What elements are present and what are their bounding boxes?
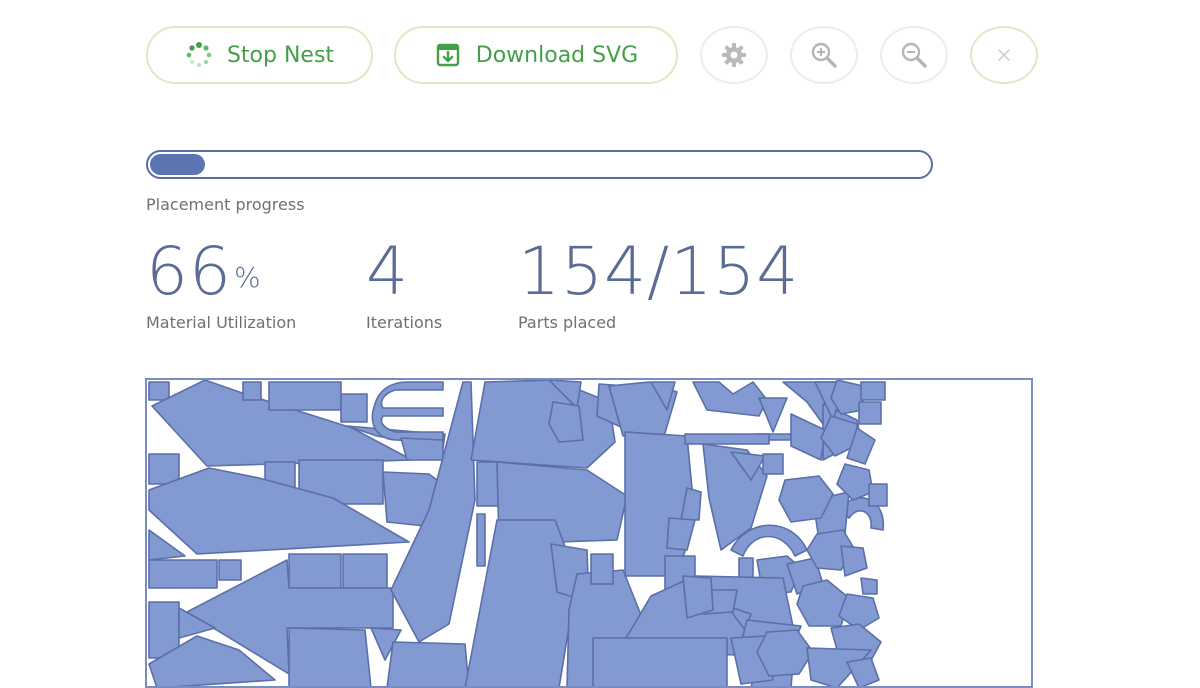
part (218, 559, 242, 581)
utilization-label: Material Utilization (146, 313, 297, 332)
part (386, 641, 470, 686)
settings-button[interactable] (700, 26, 768, 84)
part (148, 381, 170, 401)
zoom-in-button[interactable] (790, 26, 858, 84)
part (860, 577, 878, 595)
parts-placed-label: Parts placed (518, 313, 617, 332)
part (148, 453, 180, 485)
zoom-out-button[interactable] (880, 26, 948, 84)
zoom-out-icon (900, 41, 928, 69)
part (860, 381, 886, 401)
part (242, 381, 262, 401)
part (846, 657, 880, 686)
part (684, 433, 770, 445)
part (868, 483, 888, 507)
part (340, 393, 368, 423)
nested-parts (148, 380, 888, 686)
part (682, 575, 714, 619)
download-svg-button[interactable]: Download SVG (394, 26, 678, 84)
utilization-number: 66 (146, 233, 232, 310)
placement-progress-label: Placement progress (146, 195, 305, 214)
part (288, 627, 372, 686)
parts-placed-value: 154/154 (518, 233, 800, 310)
download-icon (434, 41, 462, 69)
close-icon (996, 47, 1012, 63)
part (592, 637, 728, 686)
part (371, 381, 444, 441)
part (470, 380, 616, 469)
part (756, 629, 814, 677)
iterations-value: 4 (366, 233, 409, 310)
placement-progress-bar (146, 150, 933, 179)
part (400, 437, 444, 461)
part (288, 553, 342, 589)
stop-nest-button[interactable]: Stop Nest (146, 26, 373, 84)
utilization-unit: % (233, 261, 262, 294)
part (858, 401, 882, 425)
part (148, 559, 218, 589)
zoom-in-icon (810, 41, 838, 69)
spinner-icon (185, 41, 213, 69)
part (796, 579, 850, 627)
part (590, 553, 614, 585)
stop-nest-label: Stop Nest (226, 42, 335, 68)
gear-icon (720, 41, 748, 69)
utilization-value: 66% (146, 234, 262, 310)
part (840, 545, 868, 577)
part (666, 517, 696, 551)
download-svg-label: Download SVG (475, 42, 639, 68)
nest-preview-sheet[interactable] (145, 378, 1033, 688)
part (268, 381, 342, 411)
close-button[interactable] (970, 26, 1038, 84)
part (758, 397, 788, 433)
part (692, 381, 768, 417)
part (762, 453, 784, 475)
progress-fill (150, 154, 205, 175)
iterations-label: Iterations (366, 313, 443, 332)
part (476, 513, 486, 567)
part (342, 553, 388, 589)
